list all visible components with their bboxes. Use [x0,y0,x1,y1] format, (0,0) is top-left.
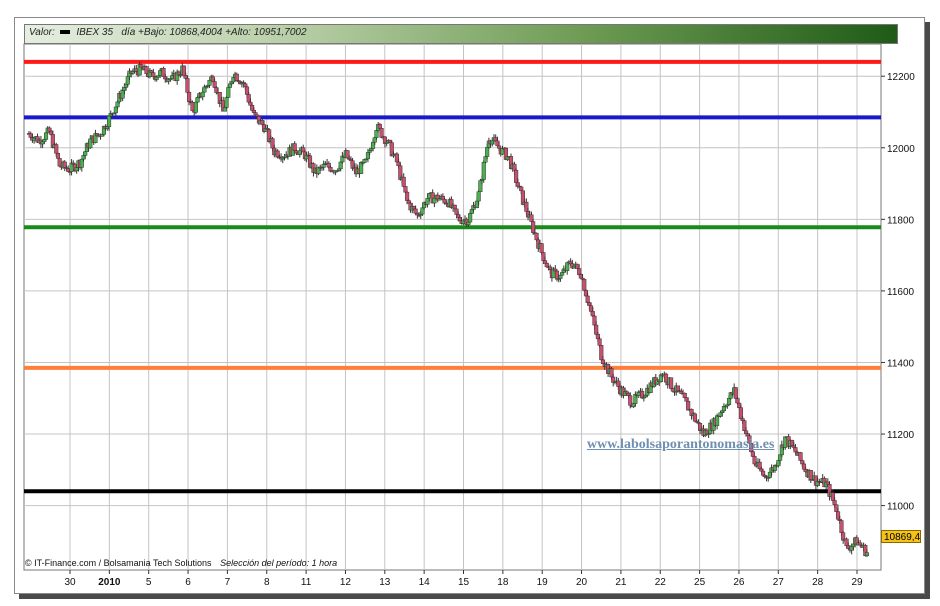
x-tick-label: 2010 [98,577,121,588]
candle-body [663,373,669,383]
candle-body [481,161,486,180]
x-tick-label: 6 [185,577,191,588]
candle-body [682,392,687,398]
x-tick-label: 19 [537,577,549,588]
y-tick-label: 11200 [887,430,915,441]
chart-header: Valor: IBEX 35 día +Bajo: 10868,4004 +Al… [24,24,898,44]
candle-body [200,91,205,98]
y-tick-label: 11400 [887,358,915,369]
candle-body [107,115,112,128]
candle-body [798,452,803,461]
candle-body [253,112,258,116]
candle [669,377,674,390]
y-tick-label: 12000 [887,144,915,155]
candle-body [715,415,720,426]
candle-body [55,152,61,159]
x-tick-label: 15 [458,577,470,588]
series-swatch-icon [59,30,70,35]
grid-lines [23,43,885,574]
candle-body [808,470,813,481]
y-tick-label: 12200 [887,72,915,83]
candle-body [88,138,93,149]
chart-frame: 12200 12000 11800 11600 11400 11200 11000 30 20… [14,17,925,594]
header-text: Valor: IBEX 35 día +Bajo: 10868,4004 +Al… [29,27,307,38]
last-price-label: 10869,4 [881,530,921,543]
x-axis-ticks: 30 2010 5 6 7 8 11 12 13 14 15 18 19 20 21 22 25 26 27 28 29 [64,577,863,588]
y-axis-ticks: 12200 12000 11800 11600 11400 11200 11000 [887,72,915,512]
candlestick-chart: 12200 12000 11800 11600 11400 11200 11000 30 20… [23,43,915,588]
y-tick-label: 11600 [887,287,915,298]
x-tick-label: 8 [264,577,270,588]
y-tick-label: 11800 [887,215,915,226]
candle-body [83,151,88,156]
footer-copyright: © IT-Finance.com / Bolsamania Tech Solut… [25,558,212,568]
x-tick-label: 29 [851,577,863,588]
x-tick-label: 18 [497,577,509,588]
header-label: Valor: [29,27,55,38]
x-tick-label: 30 [64,577,76,588]
x-tick-label: 25 [694,577,706,588]
y-tick-label: 11000 [887,502,915,513]
watermark: www.labolsaporantonomasia.es [587,437,775,452]
candle-body [582,279,587,291]
x-tick-label: 27 [773,577,785,588]
candle-body [735,398,740,404]
candle-body [468,213,473,223]
candle-body [585,295,590,303]
footer-selection: Selección del período: 1 hora [220,558,338,568]
candle-body [193,101,198,113]
chart-footer: © IT-Finance.com / Bolsamania Tech Solut… [25,558,337,568]
x-tick-label: 21 [615,577,627,588]
candle-body [54,144,59,154]
candle-body [539,243,544,253]
candle-body [476,191,481,202]
candle-body [207,79,212,86]
candle-body [864,552,870,556]
candle-body [515,182,520,187]
candle-body [669,377,674,389]
candle-body [234,73,239,81]
candle-body [401,176,406,187]
x-tick-label: 11 [301,577,312,588]
candle-body [405,191,410,201]
candle-body [224,97,229,108]
header-symbol: IBEX 35 [76,27,114,38]
candle-body [558,274,563,279]
header-info: día +Bajo: 10868,4004 +Alto: 10951,7002 [121,27,307,38]
x-tick-label: 5 [146,577,152,588]
candle-body [377,124,382,129]
candle-body [154,76,159,80]
x-tick-label: 13 [379,577,391,588]
candle-body [497,145,502,149]
x-tick-label: 12 [340,577,352,588]
candle [481,160,486,183]
candle-body [832,500,837,505]
candle-body [185,78,190,93]
candle-body [452,204,457,210]
candle-body [43,132,49,140]
x-tick-label: 14 [419,577,431,588]
x-tick-label: 20 [576,577,588,588]
candle-body [519,186,524,192]
x-tick-label: 22 [655,577,667,588]
candle-body [597,338,602,346]
x-tick-label: 26 [733,577,745,588]
x-tick-label: 28 [812,577,824,588]
candle-body [226,87,231,98]
x-tick-label: 7 [225,577,231,588]
